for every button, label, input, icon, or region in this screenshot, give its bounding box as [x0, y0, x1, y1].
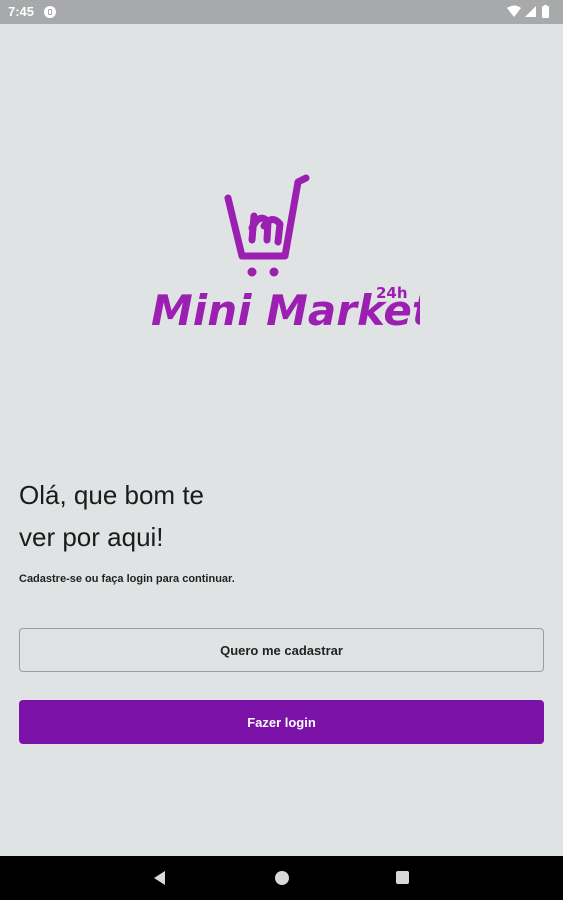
status-bar: 7:45 [0, 0, 563, 24]
headline-line-2: ver por aqui! [19, 522, 164, 552]
recents-icon[interactable] [396, 871, 409, 884]
login-button[interactable]: Fazer login [19, 700, 544, 744]
headline-line-1: Olá, que bom te [19, 480, 204, 510]
mini-market-logo: Mini Market 24h [140, 170, 434, 350]
logo-superscript: 24h [376, 284, 408, 302]
signal-icon [525, 6, 536, 17]
status-time: 7:45 [8, 4, 35, 19]
battery-icon [542, 6, 549, 18]
status-icons [505, 5, 555, 19]
back-icon[interactable] [154, 871, 165, 885]
navigation-bar [0, 856, 563, 900]
welcome-subtitle: Cadastre-se ou faça login para continuar… [19, 573, 235, 585]
app-notification-icon [44, 6, 56, 18]
welcome-headline: Olá, que bom te ver por aqui! [19, 474, 379, 558]
register-button[interactable]: Quero me cadastrar [19, 628, 544, 672]
wifi-icon [507, 5, 521, 17]
home-icon[interactable] [275, 871, 289, 885]
